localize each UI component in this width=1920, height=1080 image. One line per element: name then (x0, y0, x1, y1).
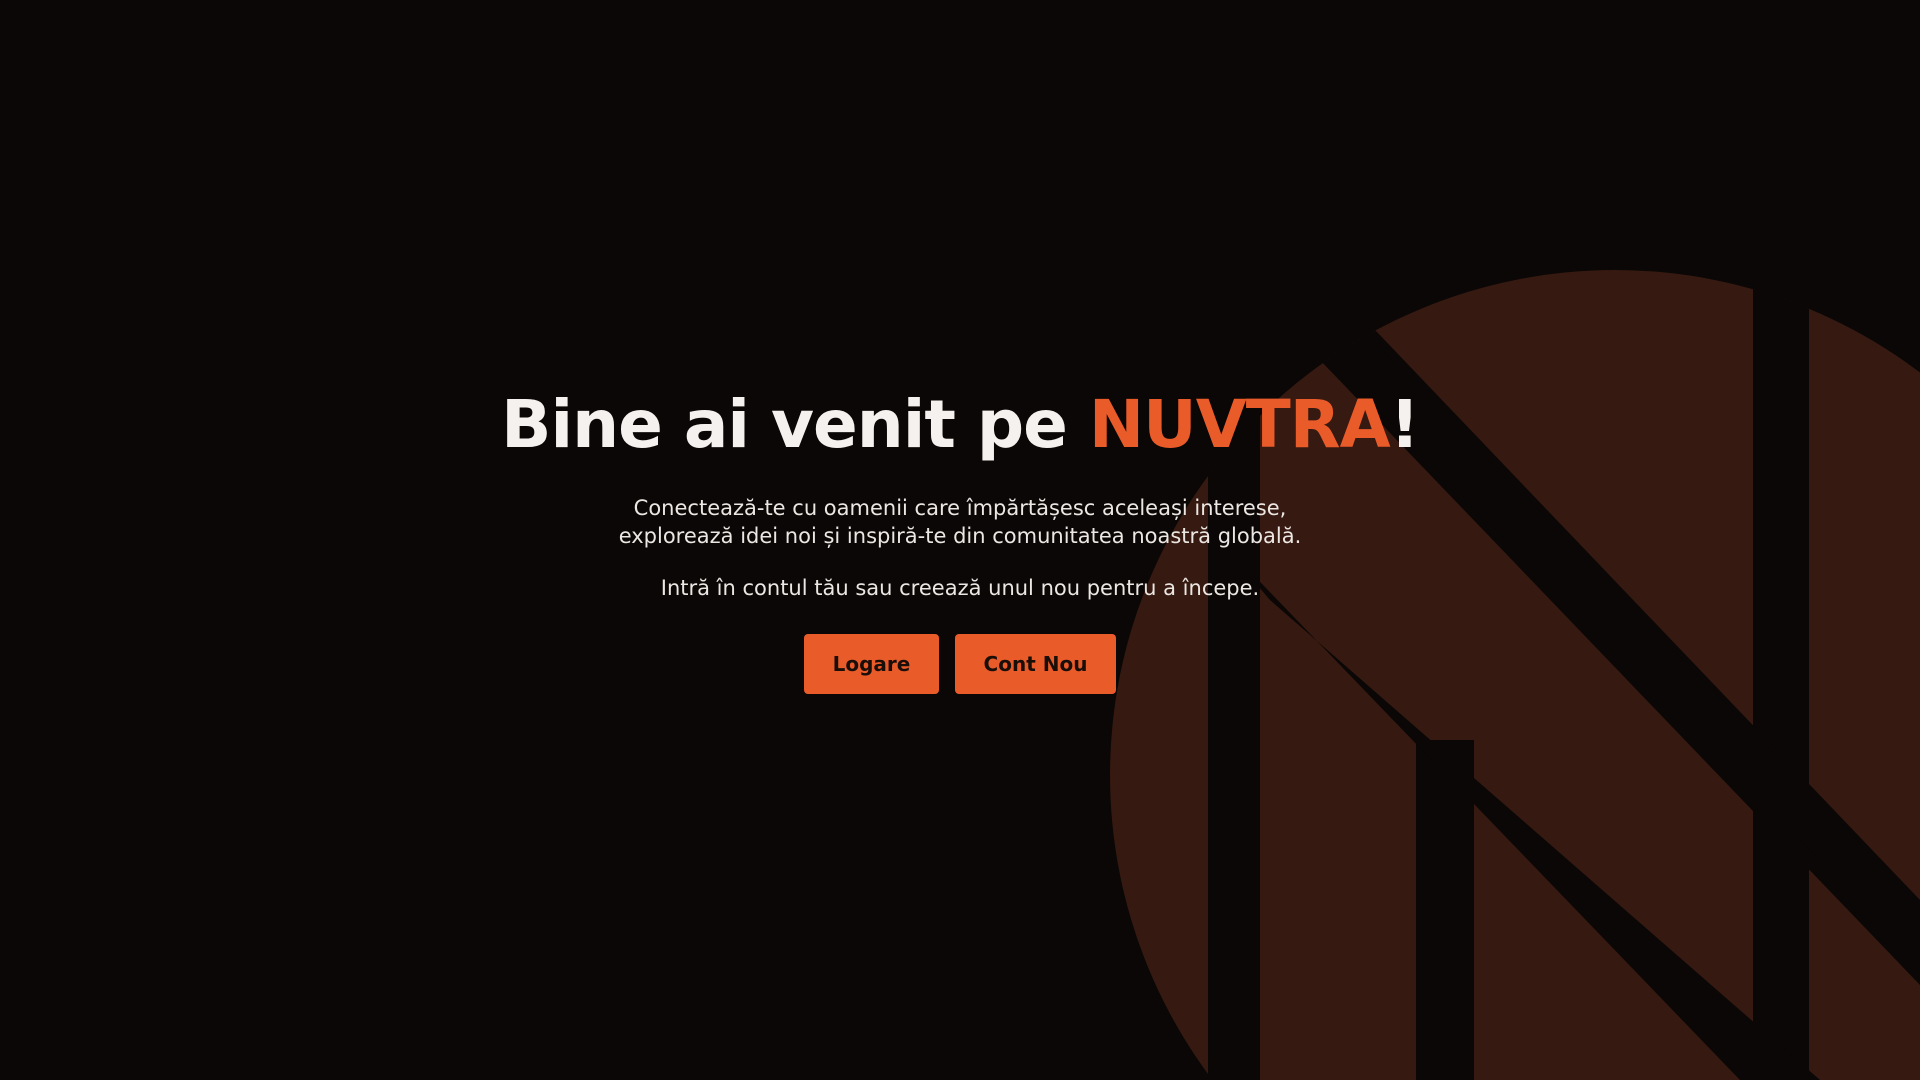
brand-name: NUVTRA (1088, 386, 1391, 463)
page-title: Bine ai venit pe NUVTRA! (0, 380, 1920, 470)
auth-actions: Logare Cont Nou (0, 634, 1920, 694)
hero-section: Bine ai venit pe NUVTRA! Conectează-te c… (0, 380, 1920, 694)
register-button[interactable]: Cont Nou (955, 634, 1116, 694)
hero-prompt: Intră în contul tău sau creează unul nou… (660, 576, 1260, 600)
login-button[interactable]: Logare (804, 634, 939, 694)
title-suffix: ! (1389, 386, 1420, 463)
hero-subtitle: Conectează-te cu oamenii care împărtășes… (618, 496, 1302, 548)
title-prefix: Bine ai venit pe (501, 386, 1089, 463)
landing-page: Bine ai venit pe NUVTRA! Conectează-te c… (0, 0, 1920, 1080)
